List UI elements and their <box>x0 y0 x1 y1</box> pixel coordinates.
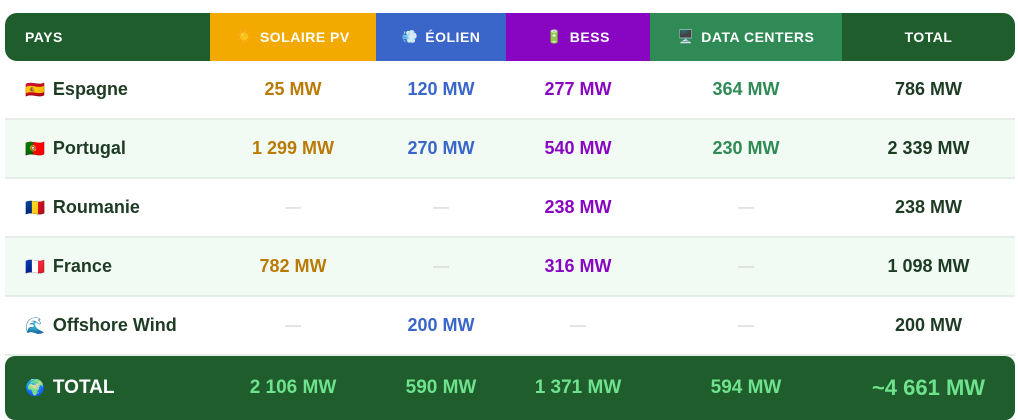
cell-solar: 1 299 MW <box>251 138 335 158</box>
flag-icon: 🌊 <box>25 317 45 335</box>
cell-wind: 120 MW <box>407 79 475 99</box>
header-wind-label: ÉOLIEN <box>425 29 481 45</box>
total-label-cell: 🌍 TOTAL <box>5 356 210 420</box>
cell-country: 🌊 Offshore Wind <box>5 297 210 354</box>
cell-total: 786 MW <box>894 79 963 99</box>
header-country: PAYS <box>5 13 210 61</box>
cell-wind: 270 MW <box>407 138 475 158</box>
total-wind: 590 MW <box>405 377 477 398</box>
cell-country: 🇵🇹 Portugal <box>5 120 210 177</box>
cell-total: 238 MW <box>894 197 963 217</box>
cell-country: 🇷🇴 Roumanie <box>5 179 210 236</box>
total-label: TOTAL <box>52 377 115 398</box>
header-solar: ☀️ SOLAIRE PV <box>210 13 376 61</box>
total-row: 🌍 TOTAL 2 106 MW 590 MW 1 371 MW 594 MW … <box>5 356 1015 420</box>
cell-dc: — <box>738 198 754 216</box>
cell-total: 1 098 MW <box>887 256 970 276</box>
header-bess: 🔋 BESS <box>506 13 650 61</box>
cell-country: 🇪🇸 Espagne <box>5 61 210 118</box>
capacity-table: PAYS ☀️ SOLAIRE PV 💨 ÉOLIEN 🔋 BESS 🖥️ DA… <box>5 13 1015 420</box>
cell-dc: 230 MW <box>712 138 780 158</box>
cell-dc: 364 MW <box>712 79 780 99</box>
country-name: Offshore Wind <box>52 315 177 335</box>
table-row: 🇵🇹 Portugal 1 299 MW 270 MW 540 MW 230 MW 2 33… <box>5 120 1015 179</box>
total-bess: 1 371 MW <box>534 377 622 398</box>
cell-solar: 782 MW <box>259 256 327 276</box>
cell-total: 2 339 MW <box>887 138 970 158</box>
cell-bess: 316 MW <box>544 256 612 276</box>
flag-icon: 🇪🇸 <box>25 81 45 99</box>
battery-icon: 🔋 <box>546 29 563 44</box>
header-wind: 💨 ÉOLIEN <box>376 13 506 61</box>
country-name: France <box>52 256 112 276</box>
table-row: 🇷🇴 Roumanie — — 238 MW — 238 MW <box>5 179 1015 238</box>
sun-icon: ☀️ <box>236 29 253 44</box>
cell-wind: 200 MW <box>407 315 475 335</box>
total-dc: 594 MW <box>710 377 782 398</box>
cell-solar: — <box>285 316 301 334</box>
cell-wind: — <box>433 198 449 216</box>
header-bess-label: BESS <box>569 29 610 45</box>
flag-icon: 🇫🇷 <box>25 258 45 276</box>
wind-icon: 💨 <box>401 29 419 44</box>
flag-icon: 🇷🇴 <box>25 199 45 217</box>
cell-bess: — <box>570 316 586 334</box>
cell-total: 200 MW <box>894 315 963 335</box>
country-name: Espagne <box>52 79 128 99</box>
cell-solar: — <box>285 198 301 216</box>
cell-bess: 238 MW <box>544 197 612 217</box>
country-name: Portugal <box>52 138 126 158</box>
cell-country: 🇫🇷 France <box>5 238 210 295</box>
table-row: 🌊 Offshore Wind — 200 MW — — 200 MW <box>5 297 1015 356</box>
header-dc-label: DATA CENTERS <box>701 29 815 45</box>
table-row: 🇪🇸 Espagne 25 MW 120 MW 277 MW 364 MW 786 MW <box>5 61 1015 120</box>
cell-solar: 25 MW <box>264 79 322 99</box>
cell-wind: — <box>433 257 449 275</box>
table-row: 🇫🇷 France 782 MW — 316 MW — 1 098 MW <box>5 238 1015 297</box>
grand-total: ~4 661 MW <box>871 375 986 400</box>
header-total: TOTAL <box>842 13 1015 61</box>
country-name: Roumanie <box>52 197 140 217</box>
total-solar: 2 106 MW <box>249 377 337 398</box>
table-header: PAYS ☀️ SOLAIRE PV 💨 ÉOLIEN 🔋 BESS 🖥️ DA… <box>5 13 1015 61</box>
globe-icon: 🌍 <box>25 380 45 397</box>
header-dc: 🖥️ DATA CENTERS <box>650 13 842 61</box>
cell-bess: 277 MW <box>544 79 612 99</box>
cell-dc: — <box>738 316 754 334</box>
cell-bess: 540 MW <box>544 138 612 158</box>
desktop-icon: 🖥️ <box>677 29 695 44</box>
cell-dc: — <box>738 257 754 275</box>
header-solar-label: SOLAIRE PV <box>259 29 350 45</box>
flag-icon: 🇵🇹 <box>25 140 45 158</box>
